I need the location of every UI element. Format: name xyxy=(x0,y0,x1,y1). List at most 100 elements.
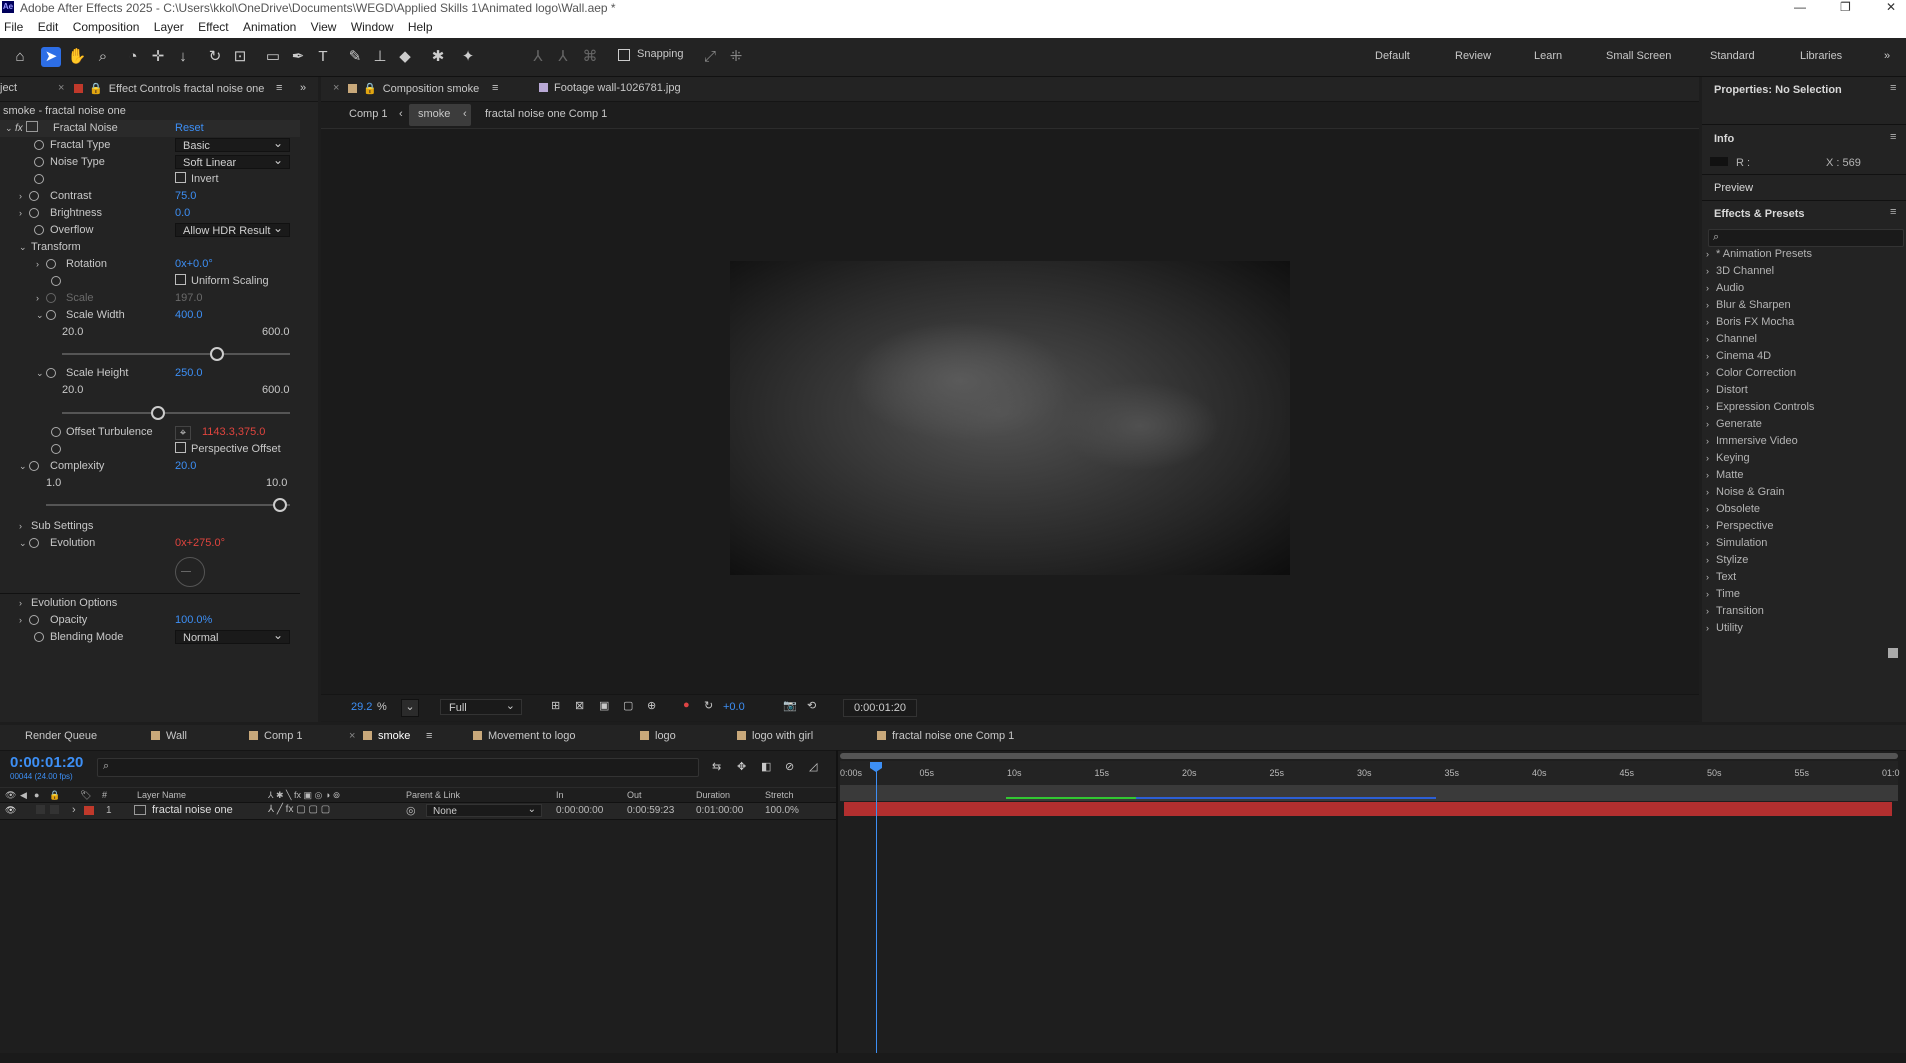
parent-header[interactable]: Parent & Link xyxy=(406,790,460,800)
snap-option-icon[interactable]: ⤢ xyxy=(700,47,720,67)
stopwatch-icon[interactable] xyxy=(51,444,61,454)
tab-render-queue[interactable]: Render Queue xyxy=(25,730,97,742)
chevron-right-icon[interactable]: › xyxy=(19,188,29,205)
stopwatch-icon[interactable] xyxy=(46,259,56,269)
effect-fractal-noise-row[interactable]: ⌄ fx Fractal Noise Reset xyxy=(0,120,300,137)
expand-panel-icon[interactable]: » xyxy=(300,82,306,94)
eraser-tool-icon[interactable]: ◆ xyxy=(395,47,415,67)
frame-blending-icon[interactable]: ⊘ xyxy=(785,760,794,773)
evolution-options-row[interactable]: › Evolution Options xyxy=(0,595,300,612)
exposure-value[interactable]: +0.0 xyxy=(723,701,745,713)
stopwatch-icon[interactable] xyxy=(51,427,61,437)
visibility-eye-icon[interactable]: 👁 xyxy=(5,805,16,816)
breadcrumb-smoke[interactable]: smoke xyxy=(418,108,450,120)
audio-icon[interactable]: ◀ xyxy=(20,790,27,801)
transform-row[interactable]: ⌄ Transform xyxy=(0,239,300,256)
category-item[interactable]: › Time xyxy=(1706,588,1740,600)
minimize-icon[interactable]: — xyxy=(1794,0,1806,14)
chevron-right-icon[interactable]: › xyxy=(72,804,76,816)
show-snapshot-icon[interactable]: ⟲ xyxy=(807,699,816,712)
tab-logo[interactable]: logo xyxy=(640,730,676,742)
chevron-down-icon[interactable]: ⌄ xyxy=(19,535,29,552)
category-item[interactable]: › Boris FX Mocha xyxy=(1706,316,1794,328)
chevron-down-icon[interactable]: ⌄ xyxy=(19,239,29,256)
stretch-header[interactable]: Stretch xyxy=(765,790,794,800)
workspace-learn[interactable]: Learn xyxy=(1534,50,1562,62)
stopwatch-icon[interactable] xyxy=(29,461,39,471)
reset-link[interactable]: Reset xyxy=(175,120,204,137)
mask-visibility-icon[interactable]: ▣ xyxy=(599,699,609,712)
evolution-value[interactable]: 0x+275.0° xyxy=(175,535,225,552)
category-item[interactable]: › Audio xyxy=(1706,282,1744,294)
blending-mode-dropdown[interactable]: Normal xyxy=(175,628,290,644)
clone-stamp-icon[interactable]: ⊥ xyxy=(370,47,390,67)
category-item[interactable]: › Text xyxy=(1706,571,1736,583)
category-item[interactable]: › 3D Channel xyxy=(1706,265,1774,277)
stopwatch-icon[interactable] xyxy=(34,140,44,150)
fractal-type-dropdown[interactable]: Basic xyxy=(175,136,290,152)
panel-menu-icon[interactable]: ≡ xyxy=(1890,82,1896,94)
layer-name-header[interactable]: Layer Name xyxy=(137,790,186,800)
category-item[interactable]: › * Animation Presets xyxy=(1706,248,1812,260)
roto-brush-icon[interactable]: ✱ xyxy=(428,47,448,67)
tab-fractal-comp[interactable]: fractal noise one Comp 1 xyxy=(877,730,1014,742)
workspace-libraries[interactable]: Libraries xyxy=(1800,50,1842,62)
transparency-grid-icon[interactable]: ⊠ xyxy=(575,699,584,712)
current-time-field[interactable]: 0:00:01:20 xyxy=(843,699,917,717)
category-item[interactable]: › Immersive Video xyxy=(1706,435,1798,447)
scale-height-slider[interactable] xyxy=(62,412,290,414)
close-tab-icon[interactable]: × xyxy=(58,82,64,94)
scale-height-slider-handle[interactable] xyxy=(151,406,165,420)
layer-duration[interactable]: 0:01:00:00 xyxy=(696,805,743,816)
zoom-dropdown-icon[interactable]: ⌄ xyxy=(401,699,419,717)
pickwhip-icon[interactable]: ◎ xyxy=(406,804,416,817)
layer-duration-bar[interactable] xyxy=(844,802,1892,816)
menu-view[interactable]: View xyxy=(311,17,337,38)
panel-menu-icon[interactable]: ≡ xyxy=(276,82,282,94)
crosshair-icon[interactable]: ⌖ xyxy=(175,426,191,440)
menu-window[interactable]: Window xyxy=(351,17,394,38)
stopwatch-icon[interactable] xyxy=(29,208,39,218)
puppet-tool-icon[interactable]: ✦ xyxy=(458,47,478,67)
offset-turbulence-value[interactable]: 1143.3,375.0 xyxy=(202,424,265,441)
guides-icon[interactable]: ▢ xyxy=(623,699,633,712)
menu-file[interactable]: File xyxy=(4,17,23,38)
zoom-value[interactable]: 29.2 xyxy=(351,701,372,713)
anchor-tool-icon[interactable]: ⊡ xyxy=(230,47,250,67)
menu-help[interactable]: Help xyxy=(408,17,433,38)
playhead-line[interactable] xyxy=(876,762,877,1063)
tab-comp-1[interactable]: Comp 1 xyxy=(249,730,303,742)
category-item[interactable]: › Color Correction xyxy=(1706,367,1796,379)
zoom-tool-icon[interactable]: ⌕ xyxy=(93,47,113,67)
stopwatch-icon[interactable] xyxy=(29,538,39,548)
layer-switches[interactable]: ⅄ ╱ fx ▢ ▢ ▢ xyxy=(268,804,330,815)
chevron-right-icon[interactable]: › xyxy=(19,595,29,612)
axis-world-icon[interactable]: ⌘ xyxy=(580,47,600,67)
solo-icon[interactable]: ● xyxy=(34,790,39,800)
tab-project[interactable]: ject xyxy=(0,82,17,94)
composition-canvas[interactable] xyxy=(730,261,1290,575)
category-item[interactable]: › Generate xyxy=(1706,418,1762,430)
category-item[interactable]: › Expression Controls xyxy=(1706,401,1814,413)
region-of-interest-icon[interactable]: ⊞ xyxy=(551,699,560,712)
stopwatch-icon[interactable] xyxy=(34,225,44,235)
overflow-dropdown[interactable]: Allow HDR Result xyxy=(175,221,290,237)
layer-stretch[interactable]: 100.0% xyxy=(765,805,799,816)
noise-type-dropdown[interactable]: Soft Linear xyxy=(175,153,290,169)
layer-color-label[interactable] xyxy=(84,806,94,815)
type-tool-icon[interactable]: T xyxy=(313,47,333,67)
eye-icon[interactable]: 👁 xyxy=(5,790,16,801)
snapping-checkbox[interactable] xyxy=(618,49,630,61)
category-item[interactable]: › Matte xyxy=(1706,469,1744,481)
complexity-slider[interactable] xyxy=(46,504,290,506)
layer-out[interactable]: 0:00:59:23 xyxy=(627,805,674,816)
shy-layers-icon[interactable]: ◧ xyxy=(761,760,771,773)
scale-width-value[interactable]: 400.0 xyxy=(175,307,203,324)
chevron-right-icon[interactable]: › xyxy=(19,518,29,535)
stopwatch-icon[interactable] xyxy=(46,368,56,378)
panel-divider[interactable] xyxy=(836,750,838,1063)
stopwatch-icon[interactable] xyxy=(34,157,44,167)
layer-name[interactable]: fractal noise one xyxy=(152,804,233,816)
contrast-value[interactable]: 75.0 xyxy=(175,188,196,205)
chevron-down-icon[interactable]: ⌄ xyxy=(19,458,29,475)
